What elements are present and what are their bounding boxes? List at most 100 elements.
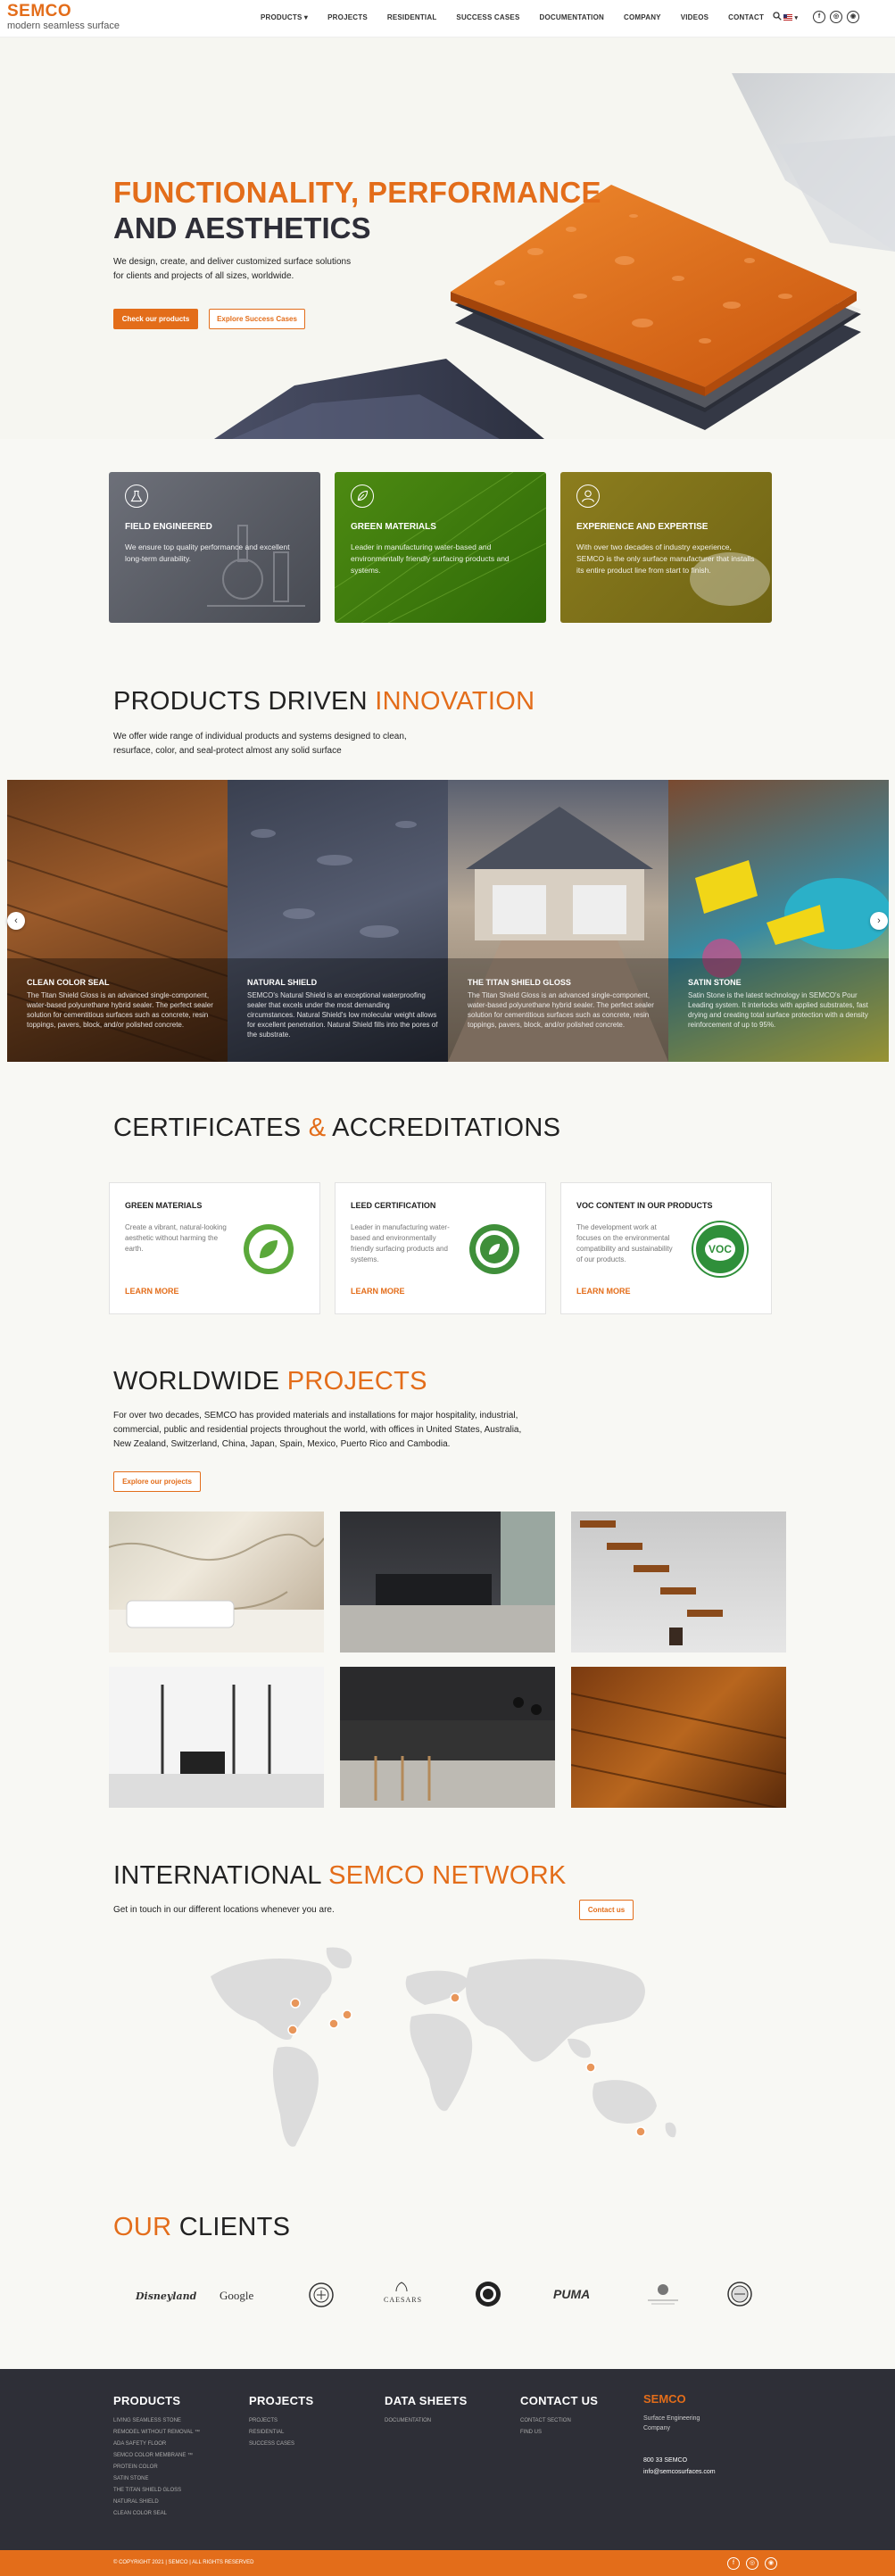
nav-contact[interactable]: CONTACT bbox=[728, 13, 764, 21]
footer-email[interactable]: info@semcosurfaces.com bbox=[643, 2469, 716, 2475]
client-emblem-logo bbox=[727, 2282, 752, 2307]
project-image-marble-bath[interactable] bbox=[109, 1512, 324, 1652]
footer-contact-title: CONTACT US bbox=[520, 2394, 599, 2407]
instagram-icon[interactable]: ◎ bbox=[746, 2557, 758, 2570]
certificates-heading: CERTIFICATES & ACCREDITATIONS bbox=[113, 1114, 560, 1143]
learn-more-link[interactable]: LEARN MORE bbox=[125, 1287, 179, 1296]
footer-link[interactable]: PROJECTS bbox=[249, 2415, 294, 2427]
logo-tagline: modern seamless surface bbox=[7, 21, 120, 31]
footer-link[interactable]: SATIN STONE bbox=[113, 2473, 200, 2485]
map-location-dot[interactable] bbox=[290, 1998, 301, 2009]
cert-title: LEED CERTIFICATION bbox=[351, 1201, 436, 1210]
product-slide[interactable]: SATIN STONE Satin Stone is the latest te… bbox=[668, 780, 889, 1062]
language-selector[interactable]: ▾ bbox=[783, 13, 798, 21]
footer-projects-links: PROJECTS RESIDENTIAL SUCCESS CASES bbox=[249, 2415, 294, 2450]
footer-link[interactable]: CONTACT SECTION bbox=[520, 2415, 571, 2427]
facebook-icon[interactable]: f bbox=[727, 2557, 740, 2570]
explore-projects-button[interactable]: Explore our projects bbox=[113, 1471, 201, 1492]
green-leaf-badge-icon bbox=[244, 1224, 294, 1274]
map-location-dot[interactable] bbox=[287, 2025, 298, 2035]
footer-link[interactable]: REMODEL WITHOUT REMOVAL ™ bbox=[113, 2427, 200, 2439]
product-slide[interactable]: NATURAL SHIELD SEMCO's Natural Shield is… bbox=[228, 780, 448, 1062]
nav-success-cases[interactable]: SUCCESS CASES bbox=[456, 13, 519, 21]
product-slide[interactable]: THE TITAN SHIELD GLOSS The Titan Shield … bbox=[448, 780, 668, 1062]
project-image-dark-kitchen[interactable] bbox=[340, 1512, 555, 1652]
nav-residential[interactable]: RESIDENTIAL bbox=[387, 13, 437, 21]
nav-products[interactable]: PRODUCTS ▾ bbox=[261, 13, 308, 21]
footer-link[interactable]: SEMCO COLOR MEMBRANE ™ bbox=[113, 2450, 200, 2462]
flask-icon bbox=[125, 485, 148, 508]
client-disneyland-logo: Disneyland bbox=[136, 2290, 197, 2302]
products-heading: PRODUCTS DRIVEN INNOVATION bbox=[113, 687, 535, 716]
dark-kitchen-image bbox=[340, 1512, 555, 1652]
nav-documentation[interactable]: DOCUMENTATION bbox=[539, 13, 604, 21]
worker-icon bbox=[576, 485, 600, 508]
logo[interactable]: SEMCO modern seamless surface bbox=[7, 3, 120, 32]
footer-link[interactable]: PROTEIN COLOR bbox=[113, 2462, 200, 2473]
nav-company[interactable]: COMPANY bbox=[624, 13, 661, 21]
feature-title: FIELD ENGINEERED bbox=[125, 522, 212, 532]
search-icon[interactable] bbox=[773, 12, 782, 21]
footer-link[interactable]: NATURAL SHIELD bbox=[113, 2497, 200, 2508]
hero-subtitle: We design, create, and deliver customize… bbox=[113, 257, 352, 281]
map-location-dot[interactable] bbox=[635, 2126, 646, 2137]
voc-badge-label: VOC bbox=[705, 1238, 735, 1261]
slide-title: SATIN STONE bbox=[688, 978, 742, 987]
wood-deck-image bbox=[571, 1693, 786, 1808]
project-image-modern-kitchen[interactable] bbox=[340, 1667, 555, 1808]
cert-title: VOC CONTENT IN OUR PRODUCTS bbox=[576, 1201, 713, 1210]
footer-link[interactable]: ADA SAFETY FLOOR bbox=[113, 2439, 200, 2450]
products-intro: We offer wide range of individual produc… bbox=[113, 732, 407, 756]
map-location-dot[interactable] bbox=[328, 2018, 339, 2029]
white-office-image bbox=[109, 1685, 324, 1808]
learn-more-link[interactable]: LEARN MORE bbox=[351, 1287, 405, 1296]
instagram-icon[interactable]: ◎ bbox=[830, 11, 842, 23]
nav-videos[interactable]: VIDEOS bbox=[681, 13, 709, 21]
heading-accent: PROJECTS bbox=[286, 1367, 427, 1396]
slide-text: Satin Stone is the latest technology in … bbox=[688, 991, 868, 1029]
map-location-dot[interactable] bbox=[342, 2009, 352, 2020]
heading-accent: & bbox=[308, 1114, 333, 1142]
modern-kitchen-image bbox=[340, 1667, 555, 1808]
heading-accent: INNOVATION bbox=[375, 687, 535, 716]
facebook-icon[interactable]: f bbox=[813, 11, 825, 23]
project-image-floating-stairs[interactable] bbox=[571, 1512, 786, 1652]
projects-intro: For over two decades, SEMCO has provided… bbox=[113, 1411, 522, 1449]
voc-badge-icon: VOC bbox=[693, 1222, 747, 1276]
feature-card-field-engineered: FIELD ENGINEERED We ensure top quality p… bbox=[109, 472, 320, 623]
footer-phone[interactable]: 800 33 SEMCO bbox=[643, 2457, 687, 2464]
footer-datasheets-links: DOCUMENTATION bbox=[385, 2415, 431, 2427]
pinterest-icon[interactable]: ◉ bbox=[765, 2557, 777, 2570]
hero-section: FUNCTIONALITY, PERFORMANCE AND AESTHETIC… bbox=[0, 37, 895, 439]
product-slide[interactable]: CLEAN COLOR SEAL The Titan Shield Gloss … bbox=[7, 780, 228, 1062]
footer-link[interactable]: DOCUMENTATION bbox=[385, 2415, 431, 2427]
contact-us-button[interactable]: Contact us bbox=[579, 1900, 634, 1920]
client-hotel-logo bbox=[648, 2284, 678, 2305]
footer-link[interactable]: RESIDENTIAL bbox=[249, 2427, 294, 2439]
client-google-logo: Google bbox=[220, 2289, 254, 2302]
clients-heading: OUR CLIENTS bbox=[113, 2213, 290, 2242]
explore-success-cases-button[interactable]: Explore Success Cases bbox=[209, 309, 305, 329]
project-image-wood-deck[interactable] bbox=[571, 1667, 786, 1808]
chevron-down-icon: ▾ bbox=[794, 15, 799, 21]
learn-more-link[interactable]: LEARN MORE bbox=[576, 1287, 631, 1296]
cert-card-voc: VOC CONTENT IN OUR PRODUCTS The developm… bbox=[560, 1182, 772, 1314]
project-image-white-office[interactable] bbox=[109, 1667, 324, 1808]
map-location-dot[interactable] bbox=[585, 2062, 596, 2073]
map-location-dot[interactable] bbox=[450, 1992, 460, 2003]
laurel-icon bbox=[395, 2282, 408, 2292]
slider-prev-button[interactable]: ‹ bbox=[7, 912, 25, 930]
footer-link[interactable]: CLEAN COLOR SEAL bbox=[113, 2508, 200, 2520]
check-products-button[interactable]: Check our products bbox=[113, 309, 198, 329]
nav-projects[interactable]: PROJECTS bbox=[327, 13, 368, 21]
footer-link[interactable]: FIND US bbox=[520, 2427, 571, 2439]
footer-link[interactable]: THE TITAN SHIELD GLOSS bbox=[113, 2485, 200, 2497]
footer-logo[interactable]: SEMCO bbox=[643, 2392, 686, 2406]
products-slider: CLEAN COLOR SEAL The Titan Shield Gloss … bbox=[0, 780, 895, 1062]
footer-link[interactable]: LIVING SEAMLESS STONE bbox=[113, 2415, 200, 2427]
slider-next-button[interactable]: › bbox=[870, 912, 888, 930]
pinterest-icon[interactable]: ◉ bbox=[847, 11, 859, 23]
heading-text: ACCREDITATIONS bbox=[332, 1114, 561, 1142]
footer-link[interactable]: SUCCESS CASES bbox=[249, 2439, 294, 2450]
footer-products-title: PRODUCTS bbox=[113, 2394, 181, 2407]
